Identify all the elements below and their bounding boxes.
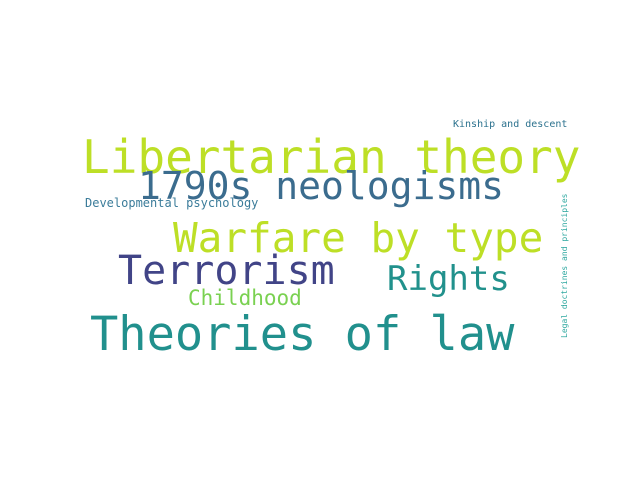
word-rights: Rights [387, 259, 510, 299]
word-developmental-psychology: Developmental psychology [85, 196, 259, 210]
word-legal-doctrines-and-principles: Legal doctrines and principles [560, 193, 569, 339]
word-kinship-and-descent: Kinship and descent [453, 119, 568, 130]
word-terrorism: Terrorism [118, 248, 335, 294]
word-childhood: Childhood [188, 286, 302, 310]
word-theories-of-law: Theories of law [90, 307, 515, 362]
word-cloud: Libertarian theory 1790s neologisms Warf… [0, 0, 640, 480]
